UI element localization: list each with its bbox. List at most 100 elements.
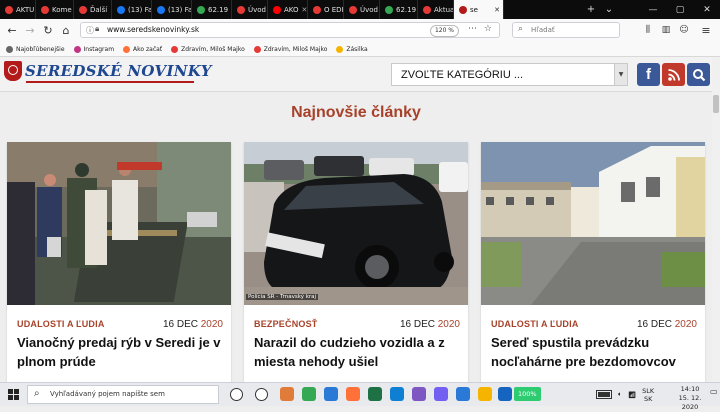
zoom-level[interactable]: 120 % <box>429 25 459 37</box>
media-icon[interactable] <box>498 387 512 401</box>
edge-icon[interactable] <box>324 387 338 401</box>
tab-list-chevron-icon[interactable]: ⌄ <box>600 0 618 19</box>
browser-tab[interactable]: se ✕ <box>454 0 504 19</box>
address-bar[interactable]: ⓘ 🔒︎ www.seredskenovinky.sk 120 % ⋯ ☆ <box>80 22 500 38</box>
close-tab-icon[interactable]: ✕ <box>494 6 500 14</box>
network-icon[interactable]: 📶︎ <box>628 391 636 399</box>
article-image[interactable]: Polícia SR - Trnavský kraj <box>244 142 468 305</box>
browser-tab[interactable]: Úvod✕ <box>232 0 268 19</box>
facebook-icon: f <box>646 66 651 83</box>
reload-icon[interactable]: ↻ <box>40 22 56 38</box>
bookmark-item[interactable]: Zdravím, Miloš Majko <box>253 45 327 53</box>
browser-tab[interactable]: (13) Fa✕ <box>152 0 192 19</box>
article-image[interactable] <box>481 142 705 305</box>
firefox-icon[interactable] <box>346 387 360 401</box>
red-icon <box>253 45 261 53</box>
article-card[interactable]: UDALOSTI A ĽUDIA 16 DEC 2020 Sereď spust… <box>481 142 705 382</box>
article-card[interactable]: UDALOSTI A ĽUDIA 16 DEC 2020 Vianočný pr… <box>7 142 231 382</box>
browser-tab-strip: AKTU✕Kome✕Ďalší✕(13) Fa✕(13) Fa✕62.19✕Úv… <box>0 0 720 19</box>
bookmark-item[interactable]: Instagram <box>73 45 114 53</box>
article-date: 16 DEC 2020 <box>162 319 223 330</box>
tab-favicon-icon <box>349 5 357 14</box>
site-logo[interactable]: Seredské novinky <box>4 61 212 81</box>
tab-favicon-icon <box>273 5 281 14</box>
taskbar-search[interactable]: ⌕ Vyhľadávaný pojem napíšte sem <box>27 385 219 404</box>
search-button[interactable] <box>687 63 710 86</box>
viber-icon[interactable] <box>434 387 448 401</box>
forward-icon[interactable]: → <box>22 22 38 38</box>
bookmark-label: Najobľúbenejšie <box>16 45 65 53</box>
task-view-icon[interactable] <box>255 388 268 401</box>
new-tab-icon[interactable]: + <box>582 0 600 19</box>
volume-icon[interactable]: 🔈︎ <box>618 390 622 399</box>
article-category[interactable]: UDALOSTI A ĽUDIA <box>17 319 105 329</box>
windows-taskbar: ⌕ Vyhľadávaný pojem napíšte sem 🔈︎ 📶︎ SL… <box>0 382 720 411</box>
tab-favicon-icon <box>5 5 13 14</box>
bookmark-item[interactable]: Najobľúbenejšie <box>6 45 65 53</box>
library-icon[interactable]: ⫼ <box>640 22 656 38</box>
browser-tab[interactable]: Úvod✕ <box>344 0 380 19</box>
article-category[interactable]: UDALOSTI A ĽUDIA <box>491 319 579 329</box>
browser-tab[interactable]: Aktua✕ <box>418 0 454 19</box>
scrollbar-thumb[interactable] <box>713 95 719 113</box>
tab-favicon-icon <box>157 5 165 14</box>
tab-favicon-icon <box>41 5 49 14</box>
article-image[interactable] <box>7 142 231 305</box>
browser-tab[interactable]: AKO ✕ <box>268 0 308 19</box>
article-title[interactable]: Sereď spustila prevádzku nocľahárne pre … <box>491 333 696 371</box>
mail-icon[interactable] <box>456 387 470 401</box>
bookmarks-toolbar: Najobľúbenejšie Instagram Ako začať Zdravím… <box>0 42 720 57</box>
battery-percent[interactable]: 100% <box>514 387 541 401</box>
cortana-icon[interactable] <box>230 388 243 401</box>
rss-button[interactable] <box>662 63 685 86</box>
gear-icon <box>6 45 13 53</box>
bookmark-star-icon[interactable]: ☆ <box>484 24 492 34</box>
article-card[interactable]: Polícia SR - Trnavský kraj BEZPEČNOSŤ 16… <box>244 142 468 398</box>
browser-tab[interactable]: 62.19✕ <box>192 0 232 19</box>
sidebar-icon[interactable]: ▥ <box>658 22 674 38</box>
chrome-icon[interactable] <box>302 387 316 401</box>
browser-tab[interactable]: 62.19✕ <box>380 0 418 19</box>
tab-label: 62.19 <box>208 5 229 14</box>
back-icon[interactable]: ← <box>4 22 20 38</box>
search-placeholder: Hľadať <box>531 26 555 34</box>
battery-icon[interactable] <box>596 390 612 399</box>
edge-icon[interactable] <box>390 387 404 401</box>
bookmark-label: Zdravím, Miloš Majko <box>181 45 245 53</box>
game-icon[interactable] <box>280 387 294 401</box>
article-title[interactable]: Vianočný predaj rýb v Seredi je v plnom … <box>17 333 222 371</box>
store-icon[interactable] <box>412 387 426 401</box>
bookmark-item[interactable]: Ako začať <box>123 45 162 53</box>
info-icon[interactable]: ⓘ <box>86 25 94 36</box>
browser-tab[interactable]: Ďalší✕ <box>74 0 112 19</box>
facebook-button[interactable]: f <box>637 63 660 86</box>
article-title[interactable]: Narazil do cudzieho vozidla a z miesta n… <box>254 333 459 371</box>
language-indicator[interactable]: SLK SK <box>642 387 654 403</box>
start-button[interactable] <box>3 385 23 404</box>
home-icon[interactable]: ⌂ <box>58 22 74 38</box>
category-select[interactable]: ZVOĽTE KATEGÓRIU ... ▼ <box>391 63 628 86</box>
search-bar[interactable]: ⌕ Hľadať <box>512 22 620 38</box>
notifications-icon[interactable]: ▭ <box>710 387 718 396</box>
account-icon[interactable]: ☺ <box>676 22 692 38</box>
bookmark-item[interactable]: Zásilka <box>336 45 368 53</box>
bookmark-item[interactable]: Zdravím, Miloš Majko <box>171 45 245 53</box>
article-category[interactable]: BEZPEČNOSŤ <box>254 319 318 329</box>
image-caption: Polícia SR - Trnavský kraj <box>246 294 319 300</box>
files-icon[interactable] <box>478 387 492 401</box>
menu-icon[interactable]: ≡ <box>698 22 714 38</box>
maximize-window-icon[interactable]: ▢ <box>667 0 693 19</box>
category-select-label: ZVOĽTE KATEGÓRIU ... <box>401 69 524 81</box>
browser-tab[interactable]: (13) Fa✕ <box>112 0 152 19</box>
minimize-window-icon[interactable]: — <box>640 0 666 19</box>
magnifier-icon <box>692 68 705 81</box>
search-icon: ⌕ <box>518 24 524 34</box>
browser-tab[interactable]: AKTU✕ <box>0 0 36 19</box>
browser-tab[interactable]: O EDI✕ <box>308 0 344 19</box>
excel-icon[interactable] <box>368 387 382 401</box>
browser-tab[interactable]: Kome✕ <box>36 0 74 19</box>
page-actions-icon[interactable]: ⋯ <box>468 24 477 34</box>
close-window-icon[interactable]: ✕ <box>694 0 720 19</box>
close-tab-icon[interactable]: ✕ <box>302 6 307 14</box>
system-clock[interactable]: 14:10 15. 12. 2020 <box>672 385 708 412</box>
